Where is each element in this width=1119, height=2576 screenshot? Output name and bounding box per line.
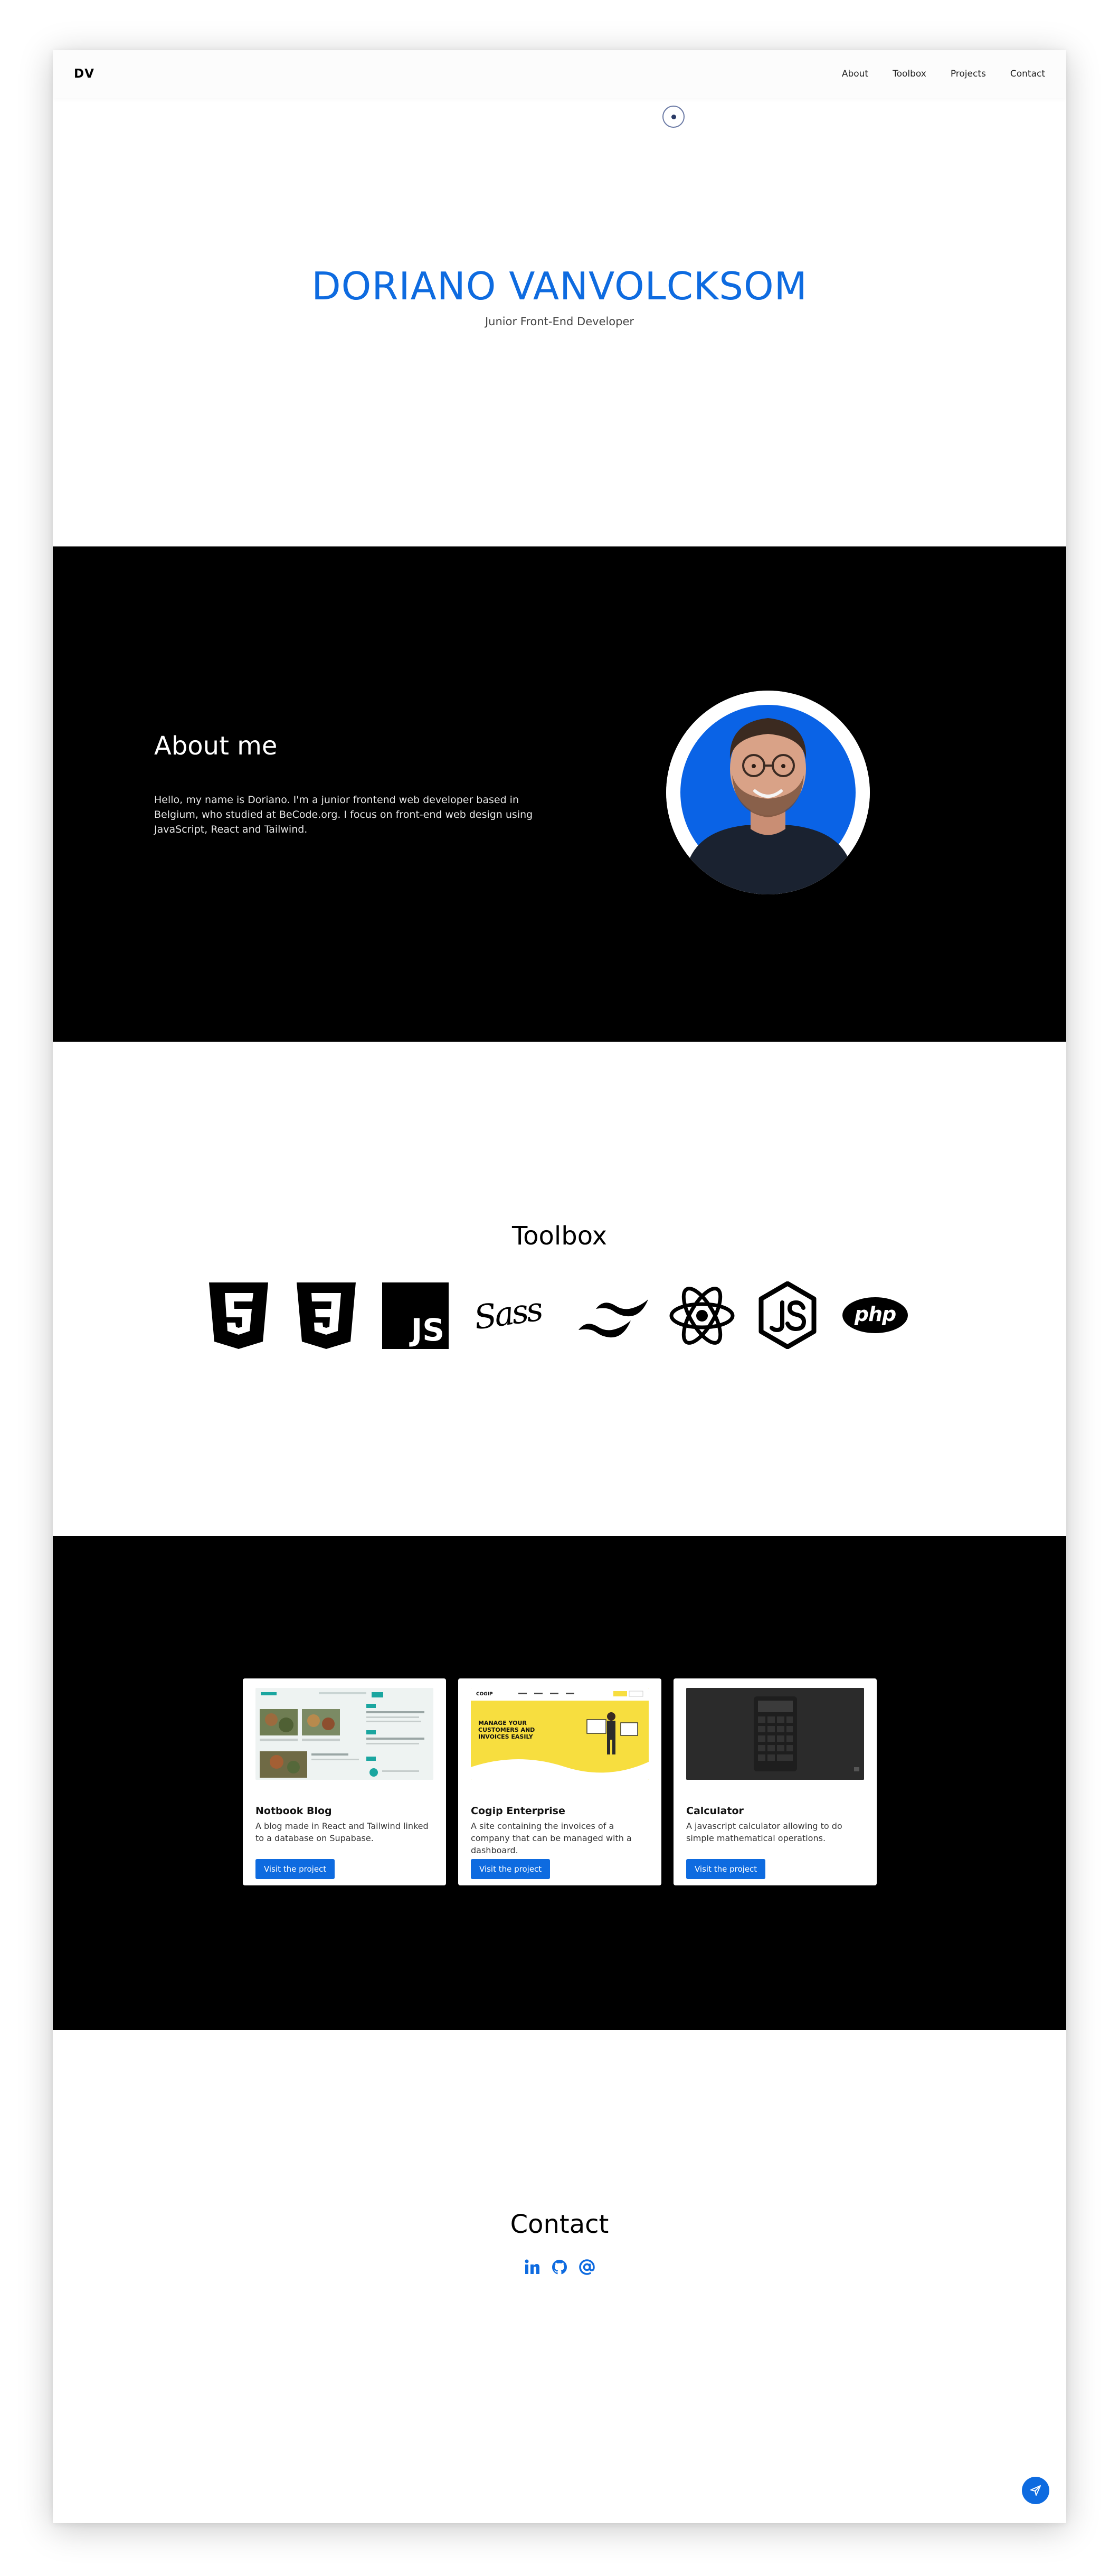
nav-links: About Toolbox Projects Contact <box>842 69 1045 79</box>
nav-link-toolbox[interactable]: Toolbox <box>893 69 926 79</box>
visit-project-button[interactable]: Visit the project <box>471 1859 551 1879</box>
project-card-notbook: Notbook Blog A blog made in React and Ta… <box>243 1678 446 1885</box>
javascript-icon: JS <box>382 1282 449 1349</box>
about-section: About me Hello, my name is Doriano. I'm … <box>53 546 1066 1042</box>
tailwind-icon <box>579 1299 648 1338</box>
hero-name: DORIANO VANVOLCKSOM <box>311 264 808 308</box>
page: DV About Toolbox Projects Contact DORIAN… <box>53 50 1066 2523</box>
php-label: php <box>854 1303 896 1326</box>
toolbox-section: Toolbox JS Sass php <box>53 1042 1066 1536</box>
send-icon[interactable] <box>1022 2477 1049 2504</box>
github-icon[interactable] <box>551 2258 568 2276</box>
contact-section: Contact <box>53 2030 1066 2523</box>
projects-section: Notbook Blog A blog made in React and Ta… <box>53 1536 1066 2030</box>
email-at-icon[interactable] <box>578 2258 596 2276</box>
react-icon <box>669 1287 735 1345</box>
sass-icon: Sass <box>471 1289 547 1342</box>
project-description: A blog made in React and Tailwind linked… <box>255 1821 429 1843</box>
project-description: A javascript calculator allowing to do s… <box>686 1821 842 1843</box>
avatar <box>666 691 870 894</box>
project-title: Notbook Blog <box>255 1805 332 1817</box>
project-thumbnail <box>686 1688 864 1780</box>
javascript-label: JS <box>411 1312 444 1348</box>
social-links <box>53 2258 1066 2276</box>
contact-title: Contact <box>510 2210 609 2239</box>
project-thumbnail: COGIP MANAGE YOUR CUSTOMERS AND INVOICES… <box>471 1688 649 1780</box>
scroll-down-icon[interactable] <box>662 106 685 128</box>
visit-project-button[interactable]: Visit the project <box>686 1859 766 1879</box>
visit-project-button[interactable]: Visit the project <box>255 1859 335 1879</box>
tool-list: JS Sass php <box>53 1042 1066 1536</box>
project-card-cogip: COGIP MANAGE YOUR CUSTOMERS AND INVOICES… <box>458 1678 661 1885</box>
cogip-thumb-heading: MANAGE YOUR CUSTOMERS AND INVOICES EASIL… <box>478 1720 535 1740</box>
navbar: DV About Toolbox Projects Contact <box>53 50 1066 98</box>
hero-section: DORIANO VANVOLCKSOM Junior Front-End Dev… <box>53 98 1066 546</box>
linkedin-icon[interactable] <box>523 2258 541 2276</box>
cogip-thumb-logo: COGIP <box>476 1692 493 1697</box>
sass-label: Sass <box>471 1289 544 1337</box>
project-description: A site containing the invoices of a comp… <box>471 1821 632 1855</box>
project-title: Cogip Enterprise <box>471 1805 565 1817</box>
project-card-calculator: Calculator A javascript calculator allow… <box>674 1678 877 1885</box>
nav-link-about[interactable]: About <box>842 69 868 79</box>
project-title: Calculator <box>686 1805 744 1817</box>
about-text: Hello, my name is Doriano. I'm a junior … <box>154 794 533 835</box>
css3-icon <box>297 1282 356 1349</box>
logo[interactable]: DV <box>74 67 94 81</box>
project-thumbnail <box>255 1688 433 1780</box>
hero-subtitle: Junior Front-End Developer <box>485 315 634 328</box>
about-title: About me <box>154 731 278 761</box>
nav-link-contact[interactable]: Contact <box>1010 69 1045 79</box>
php-icon: php <box>842 1297 908 1333</box>
nodejs-icon <box>758 1281 817 1349</box>
nav-link-projects[interactable]: Projects <box>951 69 986 79</box>
html5-icon <box>209 1282 268 1349</box>
